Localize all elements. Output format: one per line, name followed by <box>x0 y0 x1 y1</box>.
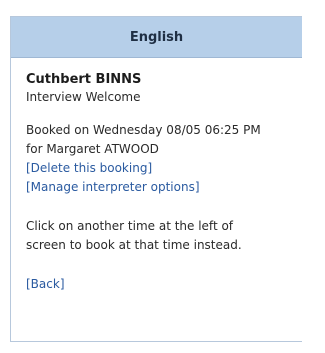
booked-datetime: Booked on Wednesday 08/05 06:25 PM <box>26 123 261 137</box>
panel-header: English <box>11 17 302 58</box>
manage-interpreter-options-link[interactable]: [Manage interpreter options] <box>26 178 294 197</box>
panel-title: English <box>129 29 184 45</box>
instruction-line-1: Click on another time at the left of <box>26 219 234 233</box>
back-link[interactable]: [Back] <box>26 275 294 294</box>
delete-booking-link[interactable]: [Delete this booking] <box>26 159 294 178</box>
panel-body: Cuthbert BINNS Interview Welcome Booked … <box>11 58 302 294</box>
instruction-line-2: screen to book at that time instead. <box>26 238 242 252</box>
appointment-type: Interview Welcome <box>26 90 141 104</box>
interpreter-name: Cuthbert BINNS <box>26 72 142 87</box>
booking-details-panel: English Cuthbert BINNS Interview Welcome… <box>10 16 302 342</box>
booked-for: for Margaret ATWOOD <box>26 142 159 156</box>
